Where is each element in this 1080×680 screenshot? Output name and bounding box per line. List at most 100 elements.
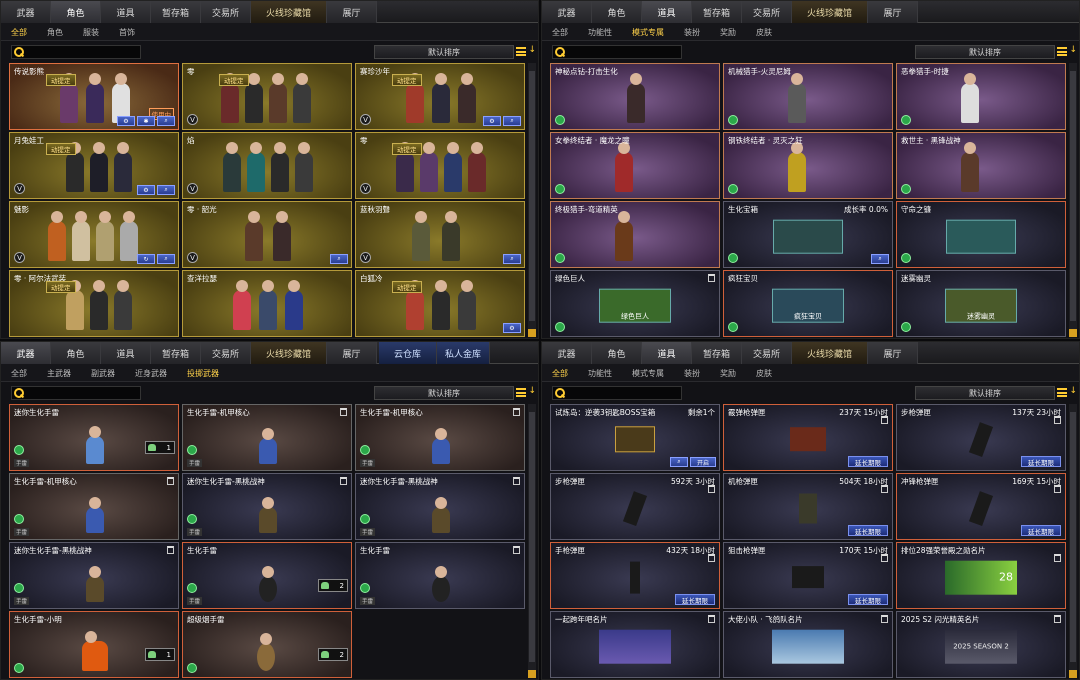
- scrollbar[interactable]: [1069, 63, 1077, 337]
- character-card[interactable]: 零 · 韶光 V ⌕: [182, 201, 352, 268]
- zoom-button[interactable]: ⌕: [503, 116, 521, 126]
- mode-card[interactable]: 迷雾幽灵 迷雾幽灵: [896, 270, 1066, 337]
- delete-icon[interactable]: [1054, 416, 1061, 424]
- tab-storage[interactable]: 暂存箱: [692, 342, 742, 364]
- tab-exchange[interactable]: 交易所: [742, 342, 792, 364]
- character-card[interactable]: 蓝秋羽聲 V ⌕: [355, 201, 525, 268]
- preview-button[interactable]: ⚙: [117, 116, 135, 126]
- zoom-button[interactable]: ⌕: [669, 457, 688, 467]
- extend-button[interactable]: 延长期限: [848, 456, 888, 467]
- subtab-outfit[interactable]: 服装: [73, 23, 109, 41]
- tab-weapon[interactable]: 武器: [1, 342, 51, 364]
- tab-storage[interactable]: 暂存箱: [692, 1, 742, 23]
- subtab-throwable[interactable]: 投掷武器: [177, 364, 229, 382]
- scrollbar[interactable]: [1069, 404, 1077, 678]
- tab-item[interactable]: 道具: [101, 1, 151, 23]
- item-card[interactable]: 狙击枪弹匣 170天 15小时 延长期限: [723, 542, 893, 609]
- grenade-card[interactable]: 生化手雷 2 手雷: [182, 542, 352, 609]
- sort-menu-icon[interactable]: [516, 388, 526, 397]
- subtab-all[interactable]: 全部: [1, 364, 37, 382]
- delete-icon[interactable]: [167, 477, 174, 485]
- tab-item[interactable]: 道具: [642, 342, 692, 364]
- extend-button[interactable]: 延长期限: [1021, 525, 1061, 536]
- tab-character[interactable]: 角色: [592, 342, 642, 364]
- grenade-card[interactable]: 迷你生化手雷-黑桃战神 手雷: [9, 542, 179, 609]
- sort-arrow-icon[interactable]: ↓: [1069, 386, 1077, 396]
- subtab-outfit[interactable]: 装扮: [674, 23, 710, 41]
- tab-collection[interactable]: 火线珍藏馆: [251, 1, 327, 23]
- mode-card[interactable]: 绿色巨人 绿色巨人: [550, 270, 720, 337]
- character-card[interactable]: 月兔娃工 动提定 V ⚙ ⌕: [9, 132, 179, 199]
- item-card[interactable]: 步枪弹匣 592天 3小时: [550, 473, 720, 540]
- zoom-button[interactable]: ⌕: [871, 254, 889, 264]
- grenade-card[interactable]: 生化手雷-机甲核心 手雷: [9, 473, 179, 540]
- subtab-character[interactable]: 角色: [37, 23, 73, 41]
- zoom-button[interactable]: ⌕: [157, 254, 175, 264]
- extend-button[interactable]: 延长期限: [675, 594, 715, 605]
- mode-card[interactable]: 救世主 · 黑锋战神: [896, 132, 1066, 199]
- subtab-secondary[interactable]: 副武器: [81, 364, 125, 382]
- tab-character[interactable]: 角色: [592, 1, 642, 23]
- grenade-card[interactable]: 迷你生化手雷-黑桃战神 手雷: [355, 473, 525, 540]
- tab-collection[interactable]: 火线珍藏馆: [792, 1, 868, 23]
- delete-icon[interactable]: [340, 477, 347, 485]
- item-card[interactable]: 冲锋枪弹匣 169天 15小时 延长期限: [896, 473, 1066, 540]
- character-card[interactable]: 零 动提定 V: [355, 132, 525, 199]
- sort-dropdown[interactable]: 默认排序: [915, 45, 1055, 59]
- subtab-accessory[interactable]: 首饰: [109, 23, 145, 41]
- preview-button[interactable]: ⚙: [483, 116, 501, 126]
- subtab-reward[interactable]: 奖励: [710, 364, 746, 382]
- character-card[interactable]: 零 · 阿尔法武装 动提定: [9, 270, 179, 337]
- tab-character[interactable]: 角色: [51, 1, 101, 23]
- sort-arrow-icon[interactable]: ↓: [1069, 45, 1077, 55]
- subtab-skin[interactable]: 皮肤: [746, 364, 782, 382]
- delete-icon[interactable]: [881, 416, 888, 424]
- delete-icon[interactable]: [1054, 485, 1061, 493]
- delete-icon[interactable]: [167, 546, 174, 554]
- sort-dropdown[interactable]: 默认排序: [915, 386, 1055, 400]
- delete-icon[interactable]: [1054, 554, 1061, 562]
- preview-button[interactable]: ⚙: [503, 323, 521, 333]
- tab-storage[interactable]: 暂存箱: [151, 342, 201, 364]
- tab-exchange[interactable]: 交易所: [742, 1, 792, 23]
- grenade-card[interactable]: 生化手雷 手雷: [355, 542, 525, 609]
- grenade-card[interactable]: 生化手雷-小明 1: [9, 611, 179, 678]
- zoom-button[interactable]: ⌕: [157, 116, 175, 126]
- mode-card[interactable]: 女拳终结者 · 魔龙之瞳: [550, 132, 720, 199]
- tab-storage[interactable]: 暂存箱: [151, 1, 201, 23]
- sort-dropdown[interactable]: 默认排序: [374, 45, 514, 59]
- tab-hall[interactable]: 展厅: [868, 1, 918, 23]
- sort-dropdown[interactable]: 默认排序: [374, 386, 514, 400]
- delete-icon[interactable]: [881, 485, 888, 493]
- sort-menu-icon[interactable]: [1057, 388, 1067, 397]
- delete-icon[interactable]: [513, 408, 520, 416]
- tab-exchange[interactable]: 交易所: [201, 1, 251, 23]
- tab-character[interactable]: 角色: [51, 342, 101, 364]
- subtab-all[interactable]: 全部: [1, 23, 37, 41]
- zoom-button[interactable]: ⌕: [503, 254, 521, 264]
- character-card[interactable]: 白狐冷 动提定 ⚙: [355, 270, 525, 337]
- refresh-button[interactable]: ↻: [137, 254, 155, 264]
- character-card[interactable]: 焰 V: [182, 132, 352, 199]
- subtab-all[interactable]: 全部: [542, 364, 578, 382]
- delete-icon[interactable]: [513, 477, 520, 485]
- mode-card[interactable]: 终极猎手-弯道精英: [550, 201, 720, 268]
- grenade-card[interactable]: 生化手雷-机甲核心 手雷: [182, 404, 352, 471]
- item-card[interactable]: 排位28强荣誉殿之勋名片 28: [896, 542, 1066, 609]
- mode-card[interactable]: 守命之镰: [896, 201, 1066, 268]
- subtab-melee[interactable]: 近身武器: [125, 364, 177, 382]
- delete-icon[interactable]: [708, 615, 715, 623]
- scrollbar[interactable]: [528, 63, 536, 337]
- subtab-mode[interactable]: 模式专属: [622, 23, 674, 41]
- search-input[interactable]: [11, 386, 141, 400]
- grenade-card[interactable]: 迷你生化手雷 1 手雷: [9, 404, 179, 471]
- mode-card[interactable]: 恶拳猎手-时捷: [896, 63, 1066, 130]
- open-button[interactable]: 开启: [689, 457, 716, 467]
- grenade-card[interactable]: 生化手雷-机甲核心 手雷: [355, 404, 525, 471]
- subtab-reward[interactable]: 奖励: [710, 23, 746, 41]
- tab-collection[interactable]: 火线珍藏馆: [251, 342, 327, 364]
- scrollbar[interactable]: [528, 404, 536, 678]
- delete-icon[interactable]: [708, 554, 715, 562]
- character-card[interactable]: 魅影 V ↻ ⌕: [9, 201, 179, 268]
- tab-item[interactable]: 道具: [642, 1, 692, 23]
